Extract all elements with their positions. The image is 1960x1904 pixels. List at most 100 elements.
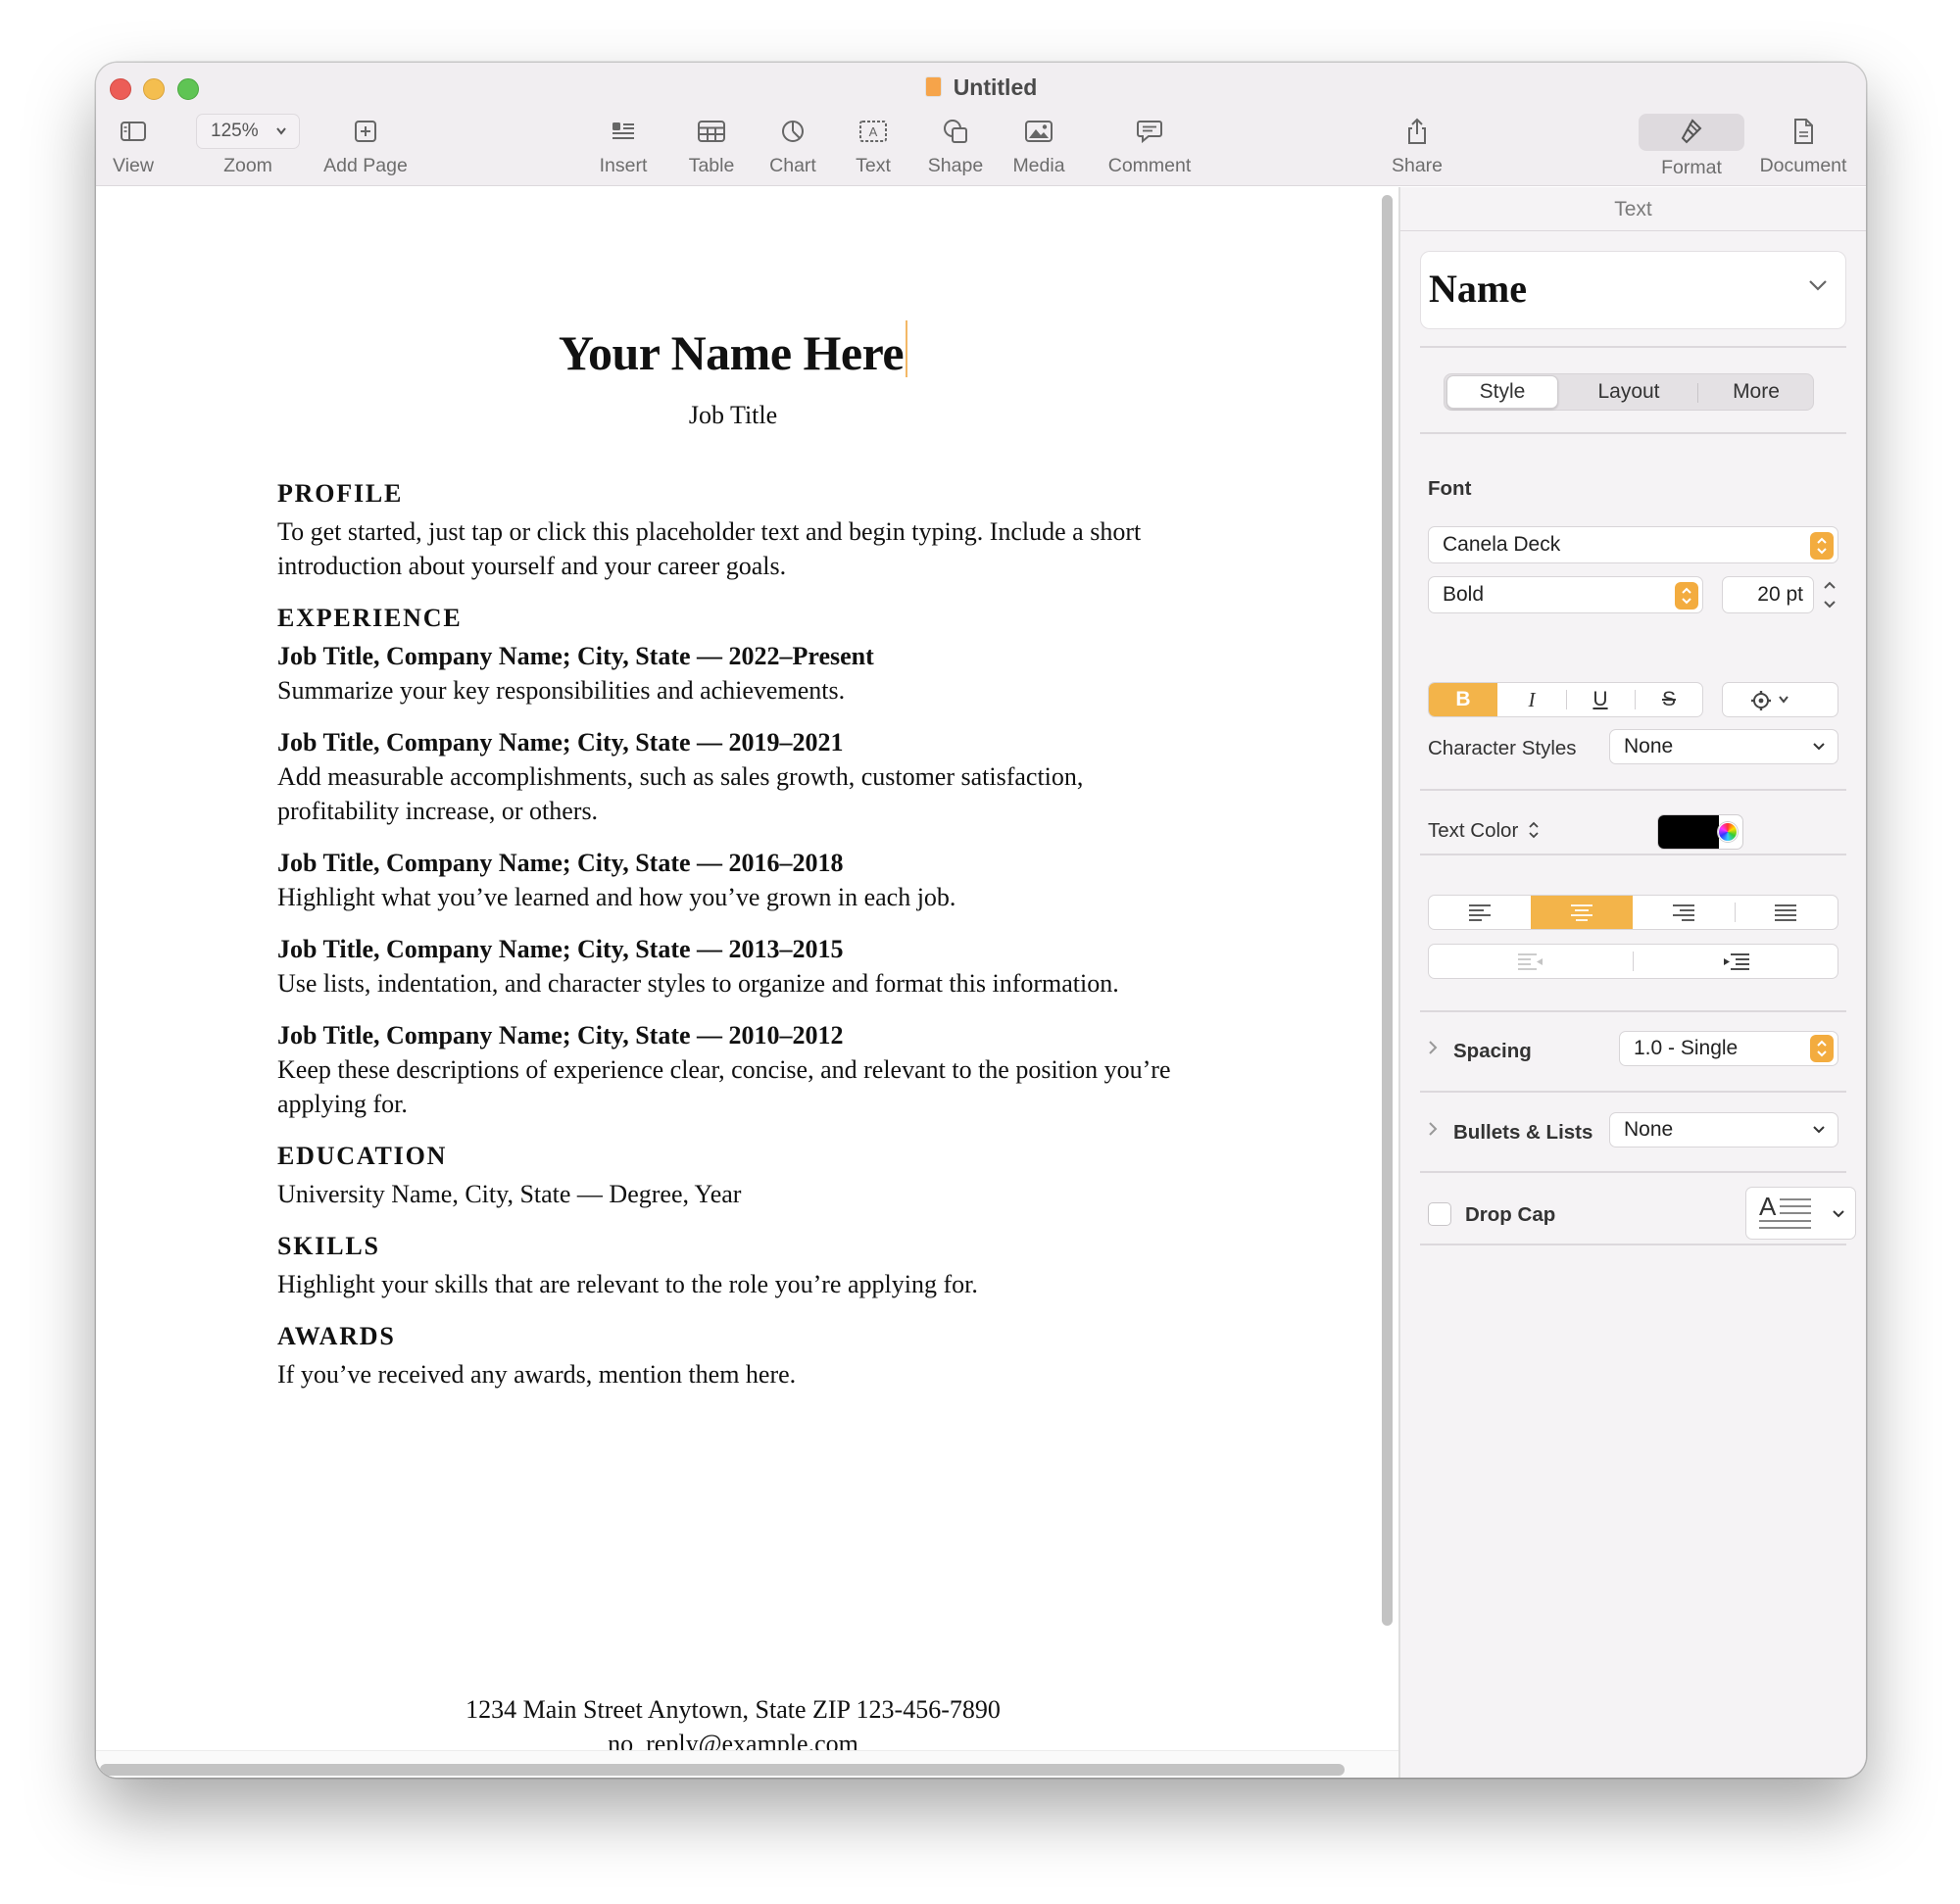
text-color-label[interactable]: Text Color: [1428, 819, 1540, 843]
table-button[interactable]: Table: [684, 114, 739, 177]
typeface-select[interactable]: Bold: [1428, 576, 1703, 613]
toolbar: Untitled View 125% Zoom Add Page Insert …: [96, 63, 1866, 186]
profile-text-line[interactable]: introduction about yourself and your car…: [277, 549, 1257, 583]
decrease-indent-button[interactable]: [1429, 945, 1633, 978]
sidebar-title: Text: [1400, 187, 1866, 231]
profile-heading[interactable]: PROFILE: [277, 477, 1257, 511]
format-button[interactable]: Format: [1639, 114, 1744, 179]
character-styles-select[interactable]: None: [1609, 729, 1838, 764]
align-right-button[interactable]: [1633, 896, 1735, 929]
view-button[interactable]: View: [106, 114, 161, 177]
experience-heading[interactable]: EXPERIENCE: [277, 602, 1257, 635]
font-size-stepper[interactable]: [1820, 576, 1839, 613]
text-box-button[interactable]: A Text: [846, 114, 901, 177]
document-proxy-icon: [924, 76, 942, 97]
divider: [1420, 1091, 1846, 1093]
align-center-button[interactable]: [1531, 896, 1633, 929]
add-page-button[interactable]: Add Page: [317, 114, 415, 177]
job-title-text[interactable]: Job Title: [96, 401, 1370, 430]
spacing-disclosure[interactable]: [1428, 1040, 1438, 1060]
text-options-button[interactable]: [1722, 682, 1838, 717]
font-family-select[interactable]: Canela Deck: [1428, 526, 1838, 563]
bullets-disclosure[interactable]: [1428, 1121, 1438, 1142]
education-heading[interactable]: EDUCATION: [277, 1140, 1257, 1173]
document-canvas[interactable]: Your Name Here Job Title PROFILE To get …: [96, 187, 1398, 1778]
tab-separator: [1697, 383, 1698, 403]
insert-icon: [594, 114, 653, 149]
divider: [1420, 789, 1846, 791]
up-down-arrows-icon: [1529, 821, 1539, 839]
name-heading[interactable]: Your Name Here: [96, 320, 1370, 381]
divider: [1420, 346, 1846, 348]
chevron-right-icon: [1429, 1041, 1438, 1054]
job-entry-text[interactable]: profitability increase, or others.: [277, 794, 1257, 828]
chevron-down-icon: [1813, 743, 1825, 751]
resume-page[interactable]: Your Name Here Job Title PROFILE To get …: [96, 187, 1370, 1758]
tab-style[interactable]: Style: [1446, 375, 1558, 409]
window-title: Untitled: [96, 74, 1866, 101]
education-text[interactable]: University Name, City, State — Degree, Y…: [277, 1177, 1257, 1211]
paragraph-style-name: Name: [1429, 267, 1527, 311]
font-size-input[interactable]: 20 pt: [1722, 576, 1814, 613]
bullets-lists-label[interactable]: Bullets & Lists: [1453, 1121, 1592, 1145]
job-entry-title[interactable]: Job Title, Company Name; City, State — 2…: [277, 725, 1257, 759]
underline-button[interactable]: U: [1566, 683, 1635, 716]
comment-button[interactable]: Comment: [1105, 114, 1194, 177]
job-entry-text[interactable]: Highlight what you’ve learned and how yo…: [277, 880, 1257, 914]
strikethrough-button[interactable]: S: [1635, 683, 1702, 716]
job-entry-title[interactable]: Job Title, Company Name; City, State — 2…: [277, 846, 1257, 880]
job-entry-text[interactable]: Use lists, indentation, and character st…: [277, 966, 1257, 1001]
profile-text-line[interactable]: To get started, just tap or click this p…: [277, 514, 1257, 549]
bullets-select[interactable]: None: [1609, 1112, 1838, 1147]
resume-body[interactable]: PROFILE To get started, just tap or clic…: [277, 477, 1257, 1391]
skills-heading[interactable]: SKILLS: [277, 1230, 1257, 1263]
pages-window: Untitled View 125% Zoom Add Page Insert …: [96, 63, 1866, 1778]
job-entry-title[interactable]: Job Title, Company Name; City, State — 2…: [277, 639, 1257, 673]
insert-button[interactable]: Insert: [594, 114, 653, 177]
awards-heading[interactable]: AWARDS: [277, 1320, 1257, 1353]
spacing-label[interactable]: Spacing: [1453, 1040, 1532, 1063]
table-icon: [684, 114, 739, 149]
zoom-control[interactable]: 125% Zoom: [196, 114, 300, 177]
up-down-arrows-icon: [1810, 1035, 1834, 1062]
up-down-arrows-icon: [1810, 532, 1834, 560]
drop-cap-checkbox[interactable]: [1428, 1202, 1451, 1226]
share-button[interactable]: Share: [1390, 114, 1445, 177]
job-entry-text[interactable]: applying for.: [277, 1087, 1257, 1121]
divider: [1420, 1010, 1846, 1012]
chart-button[interactable]: Chart: [765, 114, 820, 177]
justify-button[interactable]: [1735, 896, 1837, 929]
shape-button[interactable]: Shape: [924, 114, 987, 177]
document-icon: [1754, 114, 1852, 149]
tab-layout[interactable]: Layout: [1564, 374, 1693, 410]
text-color-well[interactable]: [1657, 814, 1743, 850]
awards-text[interactable]: If you’ve received any awards, mention t…: [277, 1357, 1257, 1391]
job-entry-text[interactable]: Summarize your key responsibilities and …: [277, 673, 1257, 708]
chevron-right-icon: [1429, 1122, 1438, 1136]
job-entry-text[interactable]: Keep these descriptions of experience cl…: [277, 1052, 1257, 1087]
divider: [1420, 1244, 1846, 1245]
bold-button[interactable]: B: [1429, 683, 1497, 716]
increase-indent-button[interactable]: [1635, 945, 1838, 978]
vertical-scrollbar[interactable]: [1382, 195, 1393, 1626]
zoom-select[interactable]: 125%: [196, 114, 300, 149]
tab-more[interactable]: More: [1699, 374, 1813, 410]
job-entry-title[interactable]: Job Title, Company Name; City, State — 2…: [277, 1018, 1257, 1052]
job-entry-text[interactable]: Add measurable accomplishments, such as …: [277, 759, 1257, 794]
skills-text[interactable]: Highlight your skills that are relevant …: [277, 1267, 1257, 1301]
svg-text:A: A: [869, 124, 878, 139]
horizontal-scrollbar[interactable]: [100, 1764, 1345, 1776]
drop-cap-style-select[interactable]: A: [1745, 1187, 1856, 1240]
text-tabs: Style Layout More: [1444, 373, 1814, 411]
chevron-down-icon: [1833, 1210, 1844, 1218]
spacing-select[interactable]: 1.0 - Single: [1619, 1031, 1838, 1066]
job-entry-title[interactable]: Job Title, Company Name; City, State — 2…: [277, 932, 1257, 966]
footer-address[interactable]: 1234 Main Street Anytown, State ZIP 123-…: [96, 1692, 1370, 1727]
document-button[interactable]: Document: [1754, 114, 1852, 177]
media-button[interactable]: Media: [1009, 114, 1068, 177]
color-wheel-icon[interactable]: [1718, 822, 1738, 842]
align-left-button[interactable]: [1429, 896, 1531, 929]
paragraph-style-selector[interactable]: Name: [1420, 251, 1846, 329]
italic-button[interactable]: I: [1497, 683, 1566, 716]
text-color-swatch: [1658, 815, 1719, 849]
